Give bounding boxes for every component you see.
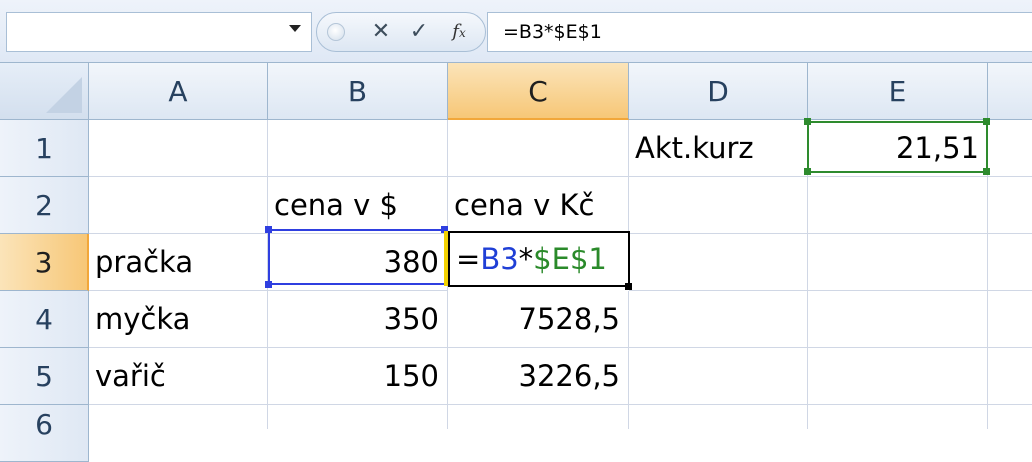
cell-c4[interactable]: 7528,5 — [448, 291, 629, 348]
reference-handle-e1-br[interactable] — [983, 168, 990, 175]
cell-f6[interactable] — [988, 405, 1032, 429]
column-header-f[interactable] — [988, 63, 1032, 120]
formula-bar: ✕ ✓ fx =B3*$E$1 — [0, 0, 1032, 63]
row-header-4[interactable]: 4 — [0, 291, 89, 348]
cancel-icon[interactable]: ✕ — [365, 17, 397, 47]
enter-icon[interactable]: ✓ — [403, 17, 435, 47]
column-header-d[interactable]: D — [629, 63, 808, 120]
cell-d4[interactable] — [629, 291, 808, 348]
cell-f3[interactable] — [988, 234, 1032, 291]
cell-c6[interactable] — [448, 405, 629, 429]
cell-f1[interactable] — [988, 120, 1032, 177]
cell-b4[interactable]: 350 — [268, 291, 448, 348]
name-box-dropdown-icon[interactable] — [289, 25, 301, 32]
reference-handle-b3-bl[interactable] — [265, 281, 272, 288]
formula-input[interactable]: =B3*$E$1 — [487, 12, 1032, 52]
cell-c2[interactable]: cena v Kč — [448, 177, 629, 234]
reference-highlight-e1 — [807, 121, 988, 173]
cell-e2[interactable] — [808, 177, 988, 234]
row-header-2[interactable]: 2 — [0, 177, 89, 234]
fill-handle[interactable] — [625, 283, 632, 290]
cell-a2[interactable] — [89, 177, 268, 234]
formula-operator: * — [518, 242, 534, 276]
cell-b1[interactable] — [268, 120, 448, 177]
select-all-button[interactable] — [0, 63, 89, 120]
cell-a3[interactable]: pračka — [89, 234, 268, 291]
cell-d1[interactable]: Akt.kurz — [629, 120, 808, 177]
cell-d3[interactable] — [629, 234, 808, 291]
insert-function-icon[interactable]: fx — [443, 17, 475, 47]
formula-ref-b3: B3 — [480, 242, 519, 276]
column-header-a[interactable]: A — [89, 63, 268, 120]
cell-c5[interactable]: 3226,5 — [448, 348, 629, 405]
select-all-icon — [46, 77, 82, 113]
cell-d6[interactable] — [629, 405, 808, 429]
name-box[interactable] — [6, 12, 312, 52]
cell-e4[interactable] — [808, 291, 988, 348]
cell-a4[interactable]: myčka — [89, 291, 268, 348]
cell-c3-editing[interactable]: =B3*$E$1 — [448, 231, 630, 287]
row-header-1[interactable]: 1 — [0, 120, 89, 177]
cell-b2[interactable]: cena v $ — [268, 177, 448, 234]
column-header-e[interactable]: E — [808, 63, 988, 120]
column-header-c[interactable]: C — [448, 63, 629, 120]
formula-equals: = — [456, 242, 481, 276]
reference-handle-e1-tl[interactable] — [804, 118, 811, 125]
formula-ref-e1: $E$1 — [533, 242, 607, 276]
column-header-b[interactable]: B — [268, 63, 448, 120]
cell-e6[interactable] — [808, 405, 988, 429]
row-header-6[interactable]: 6 — [0, 405, 89, 462]
cell-f4[interactable] — [988, 291, 1032, 348]
row-header-5[interactable]: 5 — [0, 348, 89, 405]
cell-b5[interactable]: 150 — [268, 348, 448, 405]
reference-handle-e1-tr[interactable] — [983, 118, 990, 125]
cell-a5[interactable]: vařič — [89, 348, 268, 405]
cell-d2[interactable] — [629, 177, 808, 234]
cell-a6[interactable] — [89, 405, 268, 429]
reference-highlight-b3 — [268, 229, 446, 285]
resize-grip-icon[interactable] — [327, 23, 345, 41]
cell-f5[interactable] — [988, 348, 1032, 405]
cell-c1[interactable] — [448, 120, 629, 177]
cell-e3[interactable] — [808, 234, 988, 291]
reference-handle-e1-bl[interactable] — [804, 168, 811, 175]
cell-f2[interactable] — [988, 177, 1032, 234]
formula-buttons-group: ✕ ✓ fx — [316, 12, 486, 52]
reference-handle-b3-tl[interactable] — [265, 226, 272, 233]
cell-b6[interactable] — [268, 405, 448, 429]
cell-d5[interactable] — [629, 348, 808, 405]
cell-e5[interactable] — [808, 348, 988, 405]
cell-a1[interactable] — [89, 120, 268, 177]
row-header-3[interactable]: 3 — [0, 234, 89, 291]
